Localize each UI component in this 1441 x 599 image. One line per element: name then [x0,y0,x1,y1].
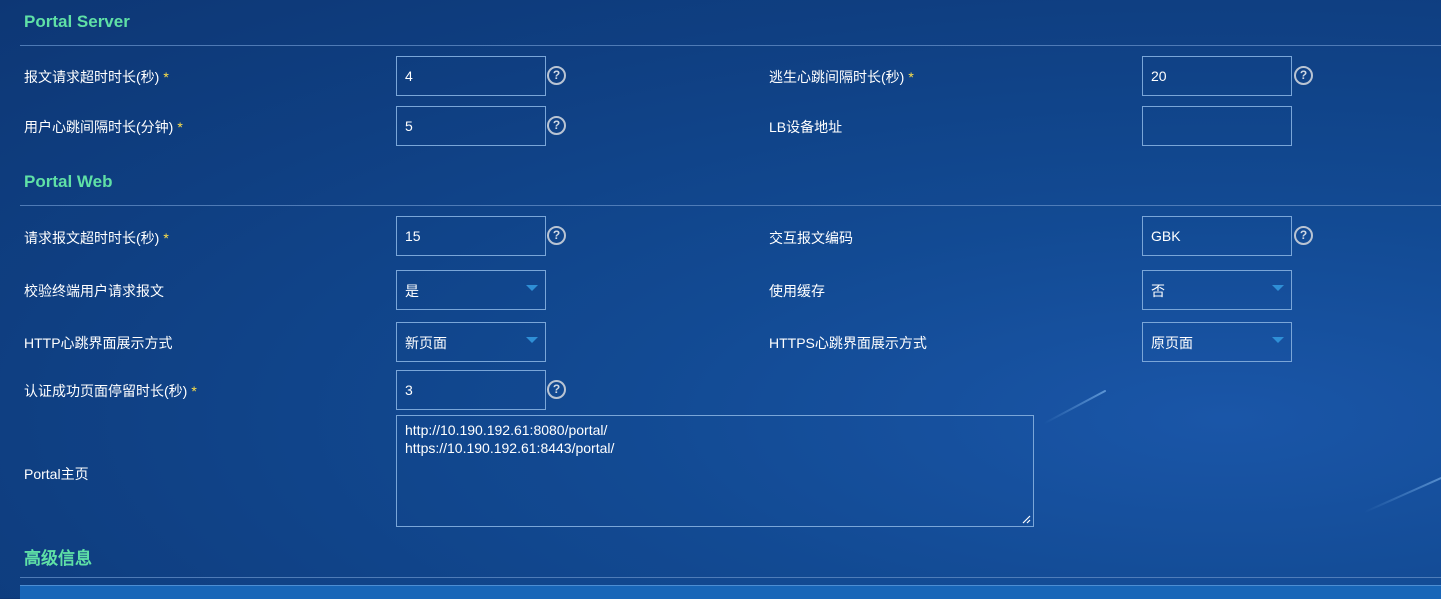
success-stay-label: 认证成功页面停留时长(秒) * [24,381,197,401]
section-title-advanced: 高级信息 [24,549,92,568]
use-cache-select[interactable]: 否 [1142,270,1292,310]
question-circle-icon[interactable]: ? [547,226,566,245]
lb-address-label: LB设备地址 [769,119,843,135]
use-cache-value: 否 [1151,283,1165,299]
request-timeout-input[interactable] [396,56,546,96]
https-heartbeat-page-select[interactable]: 原页面 [1142,322,1292,362]
escape-heartbeat-input[interactable] [1142,56,1292,96]
user-heartbeat-input[interactable] [396,106,546,146]
use-cache-label: 使用缓存 [769,283,825,299]
resize-grip-icon[interactable] [1021,514,1031,524]
https-heartbeat-page-value: 原页面 [1151,335,1193,351]
section-divider [20,45,1441,46]
required-mark: * [163,69,169,85]
question-circle-icon[interactable]: ? [547,380,566,399]
section-title-portal-server: Portal Server [24,12,130,31]
section-title-portal-web: Portal Web [24,172,113,191]
escape-heartbeat-label-text: 逃生心跳间隔时长(秒) [769,69,905,85]
question-circle-icon[interactable]: ? [547,66,566,85]
success-stay-input[interactable] [396,370,546,410]
http-heartbeat-page-select[interactable]: 新页面 [396,322,546,362]
caret-down-icon [1272,285,1284,291]
user-heartbeat-label-text: 用户心跳间隔时长(分钟) [24,119,174,135]
question-circle-icon[interactable]: ? [1294,226,1313,245]
web-request-timeout-label: 请求报文超时时长(秒) * [24,228,169,248]
request-timeout-label: 报文请求超时时长(秒) * [24,67,169,87]
homepage-textarea[interactable]: http://10.190.192.61:8080/portal/ https:… [396,415,1034,527]
encoding-label: 交互报文编码 [769,230,853,246]
verify-terminal-select[interactable]: 是 [396,270,546,310]
background-streak [1363,472,1441,514]
web-request-timeout-input[interactable] [396,216,546,256]
caret-down-icon [526,285,538,291]
https-heartbeat-page-label: HTTPS心跳界面展示方式 [769,335,927,351]
question-circle-icon[interactable]: ? [1294,66,1313,85]
required-mark: * [908,69,914,85]
encoding-input[interactable] [1142,216,1292,256]
request-timeout-label-text: 报文请求超时时长(秒) [24,69,160,85]
advanced-panel-header[interactable] [20,585,1441,599]
escape-heartbeat-label: 逃生心跳间隔时长(秒) * [769,67,914,87]
required-mark: * [177,119,183,135]
http-heartbeat-page-value: 新页面 [405,335,447,351]
caret-down-icon [1272,337,1284,343]
lb-address-input[interactable] [1142,106,1292,146]
required-mark: * [191,383,197,399]
user-heartbeat-label: 用户心跳间隔时长(分钟) * [24,117,183,137]
web-request-timeout-label-text: 请求报文超时时长(秒) [24,230,160,246]
http-heartbeat-page-label: HTTP心跳界面展示方式 [24,335,173,351]
question-circle-icon[interactable]: ? [547,116,566,135]
section-divider [20,205,1441,206]
verify-terminal-value: 是 [405,283,419,299]
success-stay-label-text: 认证成功页面停留时长(秒) [24,383,188,399]
caret-down-icon [526,337,538,343]
required-mark: * [163,230,169,246]
verify-terminal-label: 校验终端用户请求报文 [24,283,164,299]
section-divider [20,577,1441,578]
background-streak [1043,389,1107,425]
homepage-label: Portal主页 [24,466,89,482]
